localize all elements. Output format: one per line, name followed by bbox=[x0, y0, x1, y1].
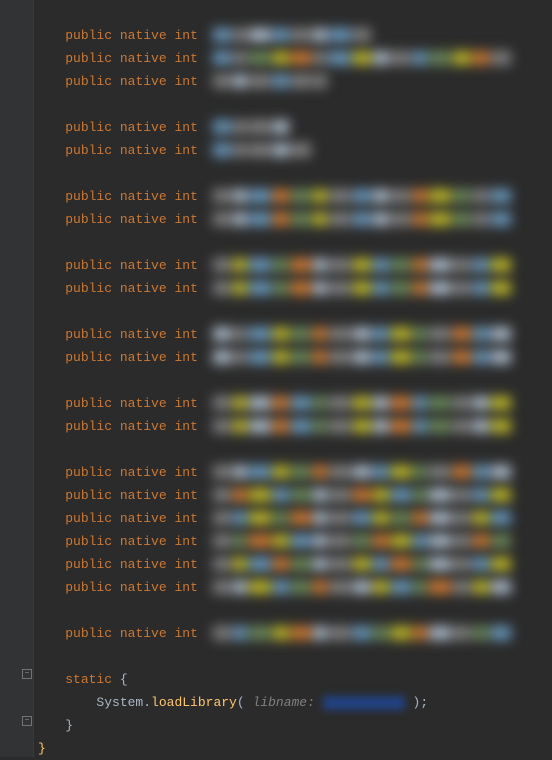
native-method-declaration: public native int bbox=[34, 415, 552, 438]
obscured-code bbox=[213, 580, 513, 594]
native-method-declaration: public native int bbox=[34, 208, 552, 231]
obscured-code bbox=[213, 488, 513, 502]
native-method-declaration: public native int bbox=[34, 185, 552, 208]
fold-toggle-icon[interactable] bbox=[22, 716, 32, 726]
native-method-declaration: public native int bbox=[34, 24, 552, 47]
native-method-declaration: public native int bbox=[34, 553, 552, 576]
editor-gutter bbox=[0, 0, 34, 757]
native-method-declaration: public native int bbox=[34, 576, 552, 599]
obscured-string-literal bbox=[323, 696, 405, 710]
native-method-declaration: public native int bbox=[34, 254, 552, 277]
native-method-declaration: public native int bbox=[34, 507, 552, 530]
code-area[interactable]: public native int public native int publ… bbox=[34, 0, 552, 760]
native-method-declaration: public native int bbox=[34, 530, 552, 553]
obscured-code bbox=[213, 74, 329, 88]
native-method-declaration: public native int bbox=[34, 484, 552, 507]
native-method-declaration: public native int bbox=[34, 392, 552, 415]
obscured-code bbox=[213, 626, 513, 640]
load-library-call: System.loadLibrary( libname: ); bbox=[34, 691, 552, 714]
native-method-declaration: public native int bbox=[34, 461, 552, 484]
obscured-code bbox=[213, 281, 513, 295]
obscured-code bbox=[213, 396, 513, 410]
obscured-code bbox=[213, 28, 373, 42]
obscured-code bbox=[213, 350, 513, 364]
obscured-code bbox=[213, 327, 513, 341]
native-method-declaration: public native int bbox=[34, 277, 552, 300]
native-method-declaration: public native int bbox=[34, 346, 552, 369]
fold-toggle-icon[interactable] bbox=[22, 669, 32, 679]
obscured-code bbox=[213, 419, 513, 433]
static-block-open: static { bbox=[34, 668, 552, 691]
native-method-declaration: public native int bbox=[34, 116, 552, 139]
native-method-declaration: public native int bbox=[34, 323, 552, 346]
native-method-declaration: public native int bbox=[34, 139, 552, 162]
obscured-code bbox=[213, 465, 513, 479]
native-method-declaration: public native int bbox=[34, 70, 552, 93]
obscured-code bbox=[213, 258, 513, 272]
obscured-code bbox=[213, 143, 313, 157]
obscured-code bbox=[213, 212, 513, 226]
native-method-declaration: public native int bbox=[34, 622, 552, 645]
obscured-code bbox=[213, 51, 513, 65]
native-method-declaration: public native int bbox=[34, 47, 552, 70]
obscured-code bbox=[213, 189, 513, 203]
obscured-code bbox=[213, 511, 513, 525]
static-block-close: } bbox=[34, 714, 552, 737]
obscured-code bbox=[213, 120, 291, 134]
obscured-code bbox=[213, 534, 513, 548]
obscured-code bbox=[213, 557, 513, 571]
